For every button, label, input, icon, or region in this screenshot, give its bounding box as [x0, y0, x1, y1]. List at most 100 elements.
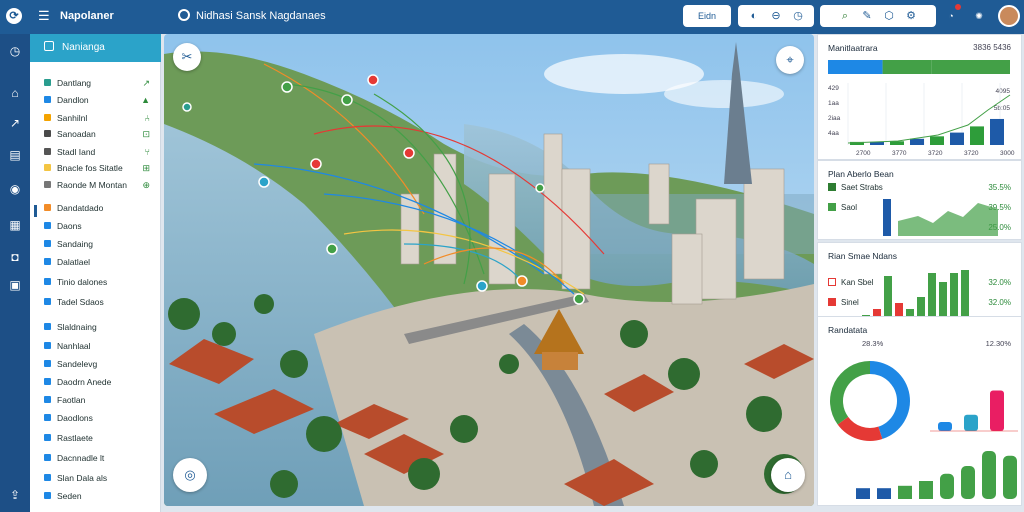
sidebar-item[interactable]: Slaldnaing: [30, 319, 154, 335]
sidebar-item-label: Dalatlael: [57, 257, 91, 267]
sidebar-item-label: Sanoadan: [57, 129, 96, 139]
layer-color-swatch: [44, 79, 51, 86]
measure-tool-icon[interactable]: ✂: [173, 43, 201, 71]
sidebar-item-label: Daodlons: [57, 413, 93, 423]
sidebar-item[interactable]: Sanhilnl ⑃: [30, 110, 154, 126]
avatar[interactable]: [998, 5, 1020, 27]
pin-icon[interactable]: ◉: [6, 180, 24, 198]
stacked-bar-segment: [882, 60, 932, 74]
layer-color-swatch: [44, 454, 51, 461]
sidebar-item[interactable]: Bnacle fos Sitatle ⊞: [30, 160, 154, 176]
sidebar-item-label: Dantlang: [57, 78, 92, 88]
view-toggle-group[interactable]: ◐ ⊖ ◷: [738, 5, 814, 27]
y-value-label: 5b:05: [994, 105, 1011, 112]
chat-icon[interactable]: ◐: [743, 5, 765, 27]
bar: [910, 138, 924, 145]
y-value-label: 4095: [996, 88, 1011, 95]
card-randatata: Randatata 28.3% 12.30%: [817, 316, 1022, 506]
sidebar-item[interactable]: Daodlons: [30, 410, 154, 426]
sidebar-item[interactable]: Stadl Iand ⑂: [30, 144, 154, 160]
sidebar-item[interactable]: Raonde M Montan ⊕: [30, 177, 154, 193]
home-icon[interactable]: ⌂: [6, 84, 24, 102]
bar: [930, 136, 944, 145]
layers-toggle-icon[interactable]: ⌂: [771, 458, 805, 492]
clock-icon[interactable]: ◷: [787, 5, 809, 27]
layer-color-swatch: [44, 278, 51, 285]
sidebar-item[interactable]: Dandatdado: [30, 200, 154, 216]
sidebar-item[interactable]: Sandelevg: [30, 356, 154, 372]
layer-color-swatch: [44, 414, 51, 421]
bar: [1003, 455, 1017, 499]
legend-value: 32.0%: [988, 298, 1011, 307]
minus-icon[interactable]: ⊖: [765, 5, 787, 27]
sidebar-item[interactable]: Daodrn Anede: [30, 374, 154, 390]
shield-icon[interactable]: ⬡: [878, 5, 900, 27]
x-tick-label: 3770: [892, 150, 907, 157]
sidebar-item-label: Slan Dala als: [57, 473, 108, 483]
sidebar-item[interactable]: Dantlang ↗: [30, 75, 154, 91]
sidebar-item-status-icon: ⊡: [142, 129, 150, 139]
gauge-icon[interactable]: ◷: [6, 42, 24, 60]
layer-color-swatch: [44, 360, 51, 367]
sidebar-item-label: Stadl Iand: [57, 147, 96, 157]
donut-value: 28.3%: [862, 339, 884, 348]
calendar-icon[interactable]: ▣: [6, 276, 24, 294]
sidebar-item[interactable]: Rastlaete: [30, 430, 154, 446]
layer-color-swatch: [44, 474, 51, 481]
location-pin-icon[interactable]: ⌖: [776, 46, 804, 74]
bar: [982, 451, 996, 499]
pencil-icon[interactable]: ✎: [856, 5, 878, 27]
sidebar-item[interactable]: Tinio dalones: [30, 274, 154, 290]
sidebar-header[interactable]: Nanianga: [30, 34, 161, 62]
sidebar-item[interactable]: Sandaing: [30, 236, 154, 252]
sidebar-item[interactable]: Dacnnadle lt: [30, 450, 154, 466]
camera-icon[interactable]: ◘: [6, 248, 24, 266]
sidebar-item[interactable]: Dandlon ▲: [30, 92, 154, 108]
sidebar-item[interactable]: Sanoadan ⊡: [30, 126, 154, 142]
bar: [970, 126, 984, 145]
sidebar-item[interactable]: Daons: [30, 218, 154, 234]
layer-color-swatch: [44, 240, 51, 247]
y-tick-label: 4aa: [828, 130, 839, 137]
layer-color-swatch: [44, 148, 51, 155]
sidebar-item-label: Faotlan: [57, 395, 86, 405]
arrow-icon[interactable]: ↗: [6, 114, 24, 132]
card-title: Manitlaatrara: [828, 43, 878, 53]
map-view[interactable]: ✂ ⌖ ◎ ⌂: [164, 34, 814, 506]
tools-group[interactable]: ⌕ ✎ ⬡ ⚙: [820, 5, 936, 27]
card-title: Plan Aberlo Bean: [828, 169, 894, 179]
donut-and-bars-chart: [830, 361, 1018, 499]
sidebar-item[interactable]: Nanhlaal: [30, 338, 154, 354]
stacked-bar-segment: [931, 60, 1010, 74]
map-pin-icon: [178, 9, 190, 21]
sidebar-item[interactable]: Slan Dala als: [30, 470, 154, 486]
app-logo-icon[interactable]: ⟳: [6, 8, 22, 24]
x-tick-label: 3720: [928, 150, 943, 157]
sidebar-item-status-icon: ⊕: [142, 180, 150, 190]
x-tick-label: 3720: [964, 150, 979, 157]
card-overview: Manitlaatrara 3836 5436 429 1aa 2iaa 4aa 409…: [817, 34, 1022, 160]
compass-icon[interactable]: ◎: [173, 458, 207, 492]
book-icon[interactable]: ▤: [6, 146, 24, 164]
sidebar-item-label: Dacnnadle lt: [57, 453, 105, 463]
bar: [964, 414, 978, 431]
edit-button[interactable]: Eidn: [683, 5, 731, 27]
building-icon[interactable]: ▦: [6, 216, 24, 234]
sidebar-item-status-icon: ⑂: [144, 147, 150, 157]
sidebar-item[interactable]: Faotlan: [30, 392, 154, 408]
settings-icon[interactable]: ⚙: [900, 5, 922, 27]
gear-icon[interactable]: ✺: [968, 5, 990, 27]
sidebar-item[interactable]: Tadel Sdaos: [30, 294, 154, 310]
menu-icon[interactable]: ☰: [38, 9, 50, 23]
notification-badge: [955, 4, 961, 10]
search-icon[interactable]: ⌕: [834, 5, 856, 27]
city-map-illustration: [164, 34, 814, 506]
card-title: Randatata: [828, 325, 868, 335]
sidebar-item[interactable]: Seden: [30, 488, 154, 504]
bar: [856, 488, 870, 499]
trend-line: [847, 94, 1011, 144]
sidebar-item-label: Raonde M Montan: [57, 180, 127, 190]
sidebar-item-label: Nanhlaal: [57, 341, 91, 351]
sidebar-item[interactable]: Dalatlael: [30, 254, 154, 270]
export-icon[interactable]: ⇪: [6, 486, 24, 504]
